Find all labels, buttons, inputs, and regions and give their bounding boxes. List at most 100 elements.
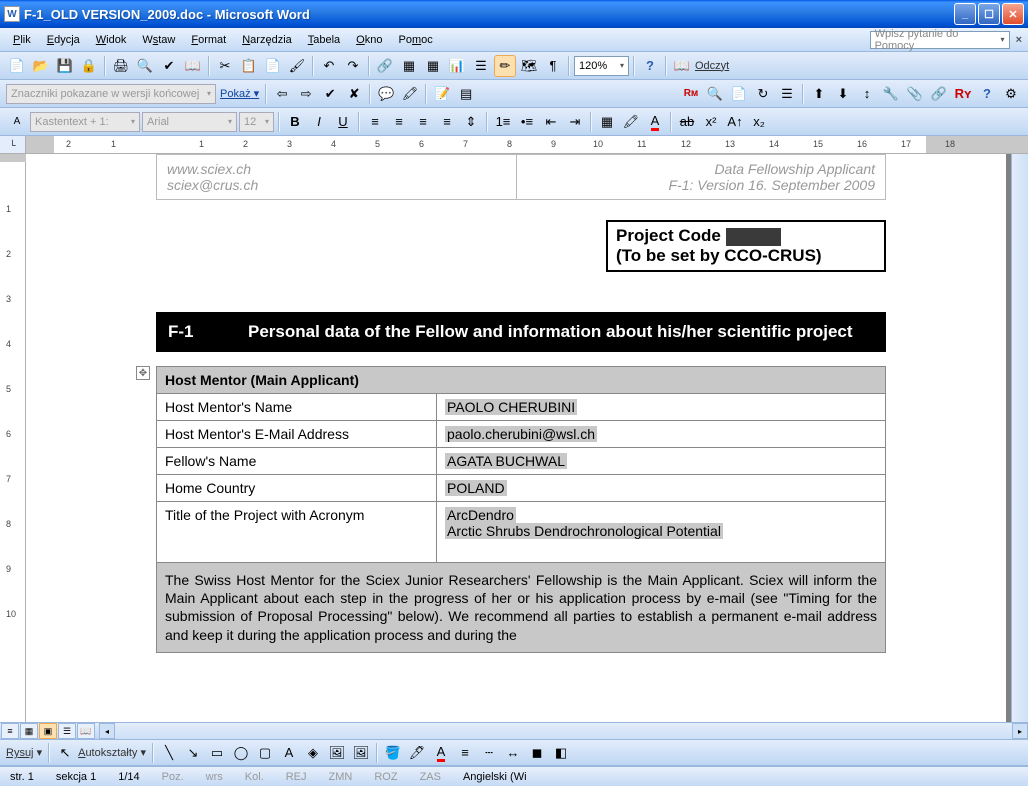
new-doc-icon[interactable]: 📄: [6, 55, 28, 77]
row-label[interactable]: Host Mentor's Name: [157, 394, 437, 421]
scroll-right-icon[interactable]: ▸: [1012, 723, 1028, 739]
reviewing-display-dropdown[interactable]: Znaczniki pokazane w wersji końcowej▾: [6, 84, 216, 104]
status-zas[interactable]: ZAS: [416, 771, 445, 783]
diagram-icon[interactable]: ◈: [302, 742, 324, 764]
dash-style-icon[interactable]: ┄: [478, 742, 500, 764]
rectangle-icon[interactable]: ▭: [206, 742, 228, 764]
cut-icon[interactable]: ✂: [214, 55, 236, 77]
sup-a-icon[interactable]: A↑: [724, 111, 746, 133]
highlight-color-icon[interactable]: 🖍: [620, 111, 642, 133]
select-arrow-icon[interactable]: ↖: [54, 742, 76, 764]
menu-edit[interactable]: Edycja: [40, 31, 87, 49]
print-preview-icon[interactable]: 🔍: [134, 55, 156, 77]
maximize-button[interactable]: ☐: [978, 3, 1000, 25]
copy-icon[interactable]: 📋: [238, 55, 260, 77]
horizontal-ruler[interactable]: 2 1 1 2 3 4 5 6 7 8 9 10 11 12 13 14 15 …: [26, 136, 1028, 153]
help-icon[interactable]: ?: [639, 55, 661, 77]
menu-view[interactable]: Widok: [89, 31, 134, 49]
table-description[interactable]: The Swiss Host Mentor for the Sciex Juni…: [157, 563, 886, 653]
print-view-icon[interactable]: ▣: [39, 723, 57, 739]
redo-icon[interactable]: ↷: [342, 55, 364, 77]
permission-icon[interactable]: 🔒: [78, 55, 100, 77]
superscript-icon[interactable]: x²: [700, 111, 722, 133]
styles-pane-icon[interactable]: A: [6, 111, 28, 133]
autoshapes-menu[interactable]: Autokształty ▾: [78, 746, 146, 759]
track-changes-icon[interactable]: 📝: [431, 83, 453, 105]
read-label[interactable]: Odczyt: [695, 60, 729, 72]
data-table[interactable]: Host Mentor (Main Applicant) Host Mentor…: [156, 366, 886, 653]
align-left-icon[interactable]: ≡: [364, 111, 386, 133]
align-justify-icon[interactable]: ≡: [436, 111, 458, 133]
fill-color-icon[interactable]: 🪣: [382, 742, 404, 764]
italic-icon[interactable]: I: [308, 111, 330, 133]
row-value-cell[interactable]: PAOLO CHERUBINI: [437, 394, 886, 421]
new-comment-icon[interactable]: 💬: [375, 83, 397, 105]
line-spacing-icon[interactable]: ⇕: [460, 111, 482, 133]
tool-b-icon[interactable]: ⬇: [832, 83, 854, 105]
wordart-icon[interactable]: A: [278, 742, 300, 764]
show-menu[interactable]: Pokaż ▾: [220, 87, 259, 100]
menu-window[interactable]: Okno: [349, 31, 389, 49]
row-label[interactable]: Home Country: [157, 475, 437, 502]
format-painter-icon[interactable]: 🖌: [286, 55, 308, 77]
dec-indent-icon[interactable]: ⇤: [540, 111, 562, 133]
tool-search-icon[interactable]: 🔍: [704, 83, 726, 105]
row-value-cell[interactable]: POLAND: [437, 475, 886, 502]
row-label[interactable]: Host Mentor's E-Mail Address: [157, 421, 437, 448]
tool-doc-icon[interactable]: 📄: [728, 83, 750, 105]
ruler-corner[interactable]: └: [0, 136, 26, 153]
row-value-cell[interactable]: paolo.cherubini@wsl.ch: [437, 421, 886, 448]
tool-f-icon[interactable]: 🔗: [928, 83, 950, 105]
tool-help-icon[interactable]: ?: [976, 83, 998, 105]
strike-icon[interactable]: ab: [676, 111, 698, 133]
vertical-scrollbar[interactable]: [1011, 154, 1028, 722]
row-label[interactable]: Title of the Project with Acronym: [157, 502, 437, 563]
paste-icon[interactable]: 📄: [262, 55, 284, 77]
tool-list-icon[interactable]: ☰: [776, 83, 798, 105]
research-icon[interactable]: 📖: [182, 55, 204, 77]
drawing-toggle-icon[interactable]: ✏: [494, 55, 516, 77]
status-zmn[interactable]: ZMN: [325, 771, 357, 783]
table-move-handle[interactable]: ✥: [136, 366, 150, 380]
arrow-icon[interactable]: ↘: [182, 742, 204, 764]
tool-e-icon[interactable]: 📎: [904, 83, 926, 105]
style-dropdown[interactable]: Kastentext + 1:▾: [30, 112, 140, 132]
row-label[interactable]: Fellow's Name: [157, 448, 437, 475]
menu-help[interactable]: Pomoc: [391, 31, 439, 49]
status-rej[interactable]: REJ: [282, 771, 311, 783]
oval-icon[interactable]: ◯: [230, 742, 252, 764]
normal-view-icon[interactable]: ≡: [1, 723, 19, 739]
tables-borders-icon[interactable]: ▦: [398, 55, 420, 77]
underline-icon[interactable]: U: [332, 111, 354, 133]
doc-map-icon[interactable]: 🗺: [518, 55, 540, 77]
tool-rm-icon[interactable]: Rм: [680, 83, 702, 105]
status-roz[interactable]: ROZ: [370, 771, 401, 783]
tool-refresh-icon[interactable]: ↻: [752, 83, 774, 105]
fontsize-dropdown[interactable]: 12▾: [239, 112, 274, 132]
menu-close-doc[interactable]: ×: [1016, 34, 1022, 46]
status-lang[interactable]: Angielski (Wi: [459, 771, 531, 783]
scroll-left-icon[interactable]: ◂: [99, 723, 115, 739]
outline-view-icon[interactable]: ☰: [58, 723, 76, 739]
minimize-button[interactable]: _: [954, 3, 976, 25]
open-icon[interactable]: 📂: [30, 55, 52, 77]
reading-view-icon[interactable]: 📖: [77, 723, 95, 739]
undo-icon[interactable]: ↶: [318, 55, 340, 77]
read-mode-icon[interactable]: 📖: [671, 55, 693, 77]
document-area[interactable]: www.sciex.ch sciex@crus.ch Data Fellowsh…: [26, 154, 1011, 722]
align-center-icon[interactable]: ≡: [388, 111, 410, 133]
menu-tools[interactable]: Narzędzia: [235, 31, 299, 49]
borders-icon[interactable]: ▦: [596, 111, 618, 133]
line-color-icon[interactable]: 🖊: [406, 742, 428, 764]
row-value-cell[interactable]: ArcDendro Arctic Shrubs Dendrochronologi…: [437, 502, 886, 563]
arrow-style-icon[interactable]: ↔: [502, 742, 524, 764]
next-change-icon[interactable]: ⇨: [295, 83, 317, 105]
horizontal-scrollbar[interactable]: ◂ ▸: [99, 723, 1028, 739]
save-icon[interactable]: 💾: [54, 55, 76, 77]
subscript-icon[interactable]: x₂: [748, 111, 770, 133]
font-dropdown[interactable]: Arial▾: [142, 112, 237, 132]
tool-a-icon[interactable]: ⬆: [808, 83, 830, 105]
row-value-cell[interactable]: AGATA BUCHWAL: [437, 448, 886, 475]
numbering-icon[interactable]: 1≡: [492, 111, 514, 133]
menu-table[interactable]: Tabela: [301, 31, 347, 49]
